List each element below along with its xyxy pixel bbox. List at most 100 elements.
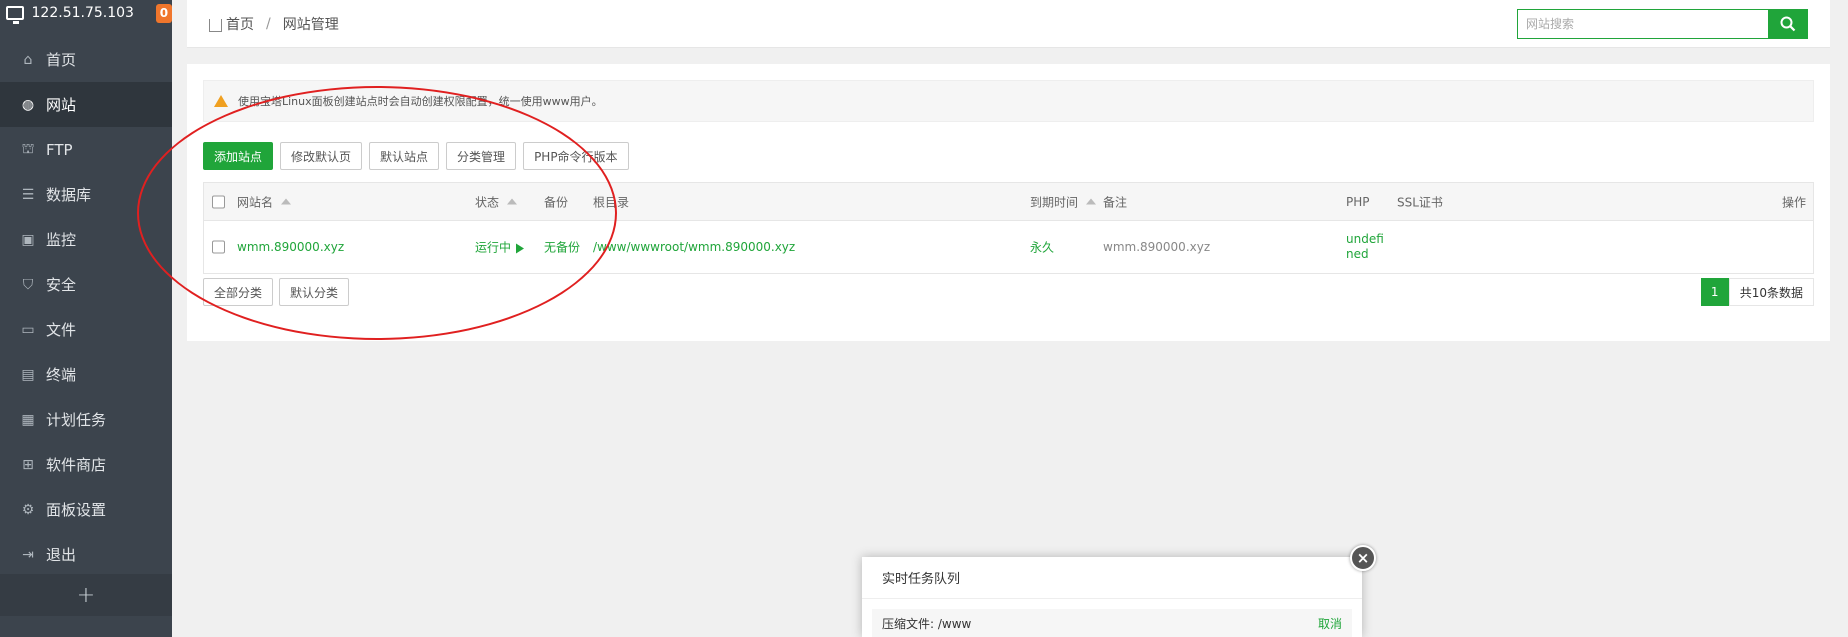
breadcrumb: 首页 / 网站管理 — [187, 14, 339, 34]
search-icon — [1780, 16, 1796, 32]
sort-icon — [1086, 198, 1097, 205]
site-remark[interactable]: wmm.890000.xyz — [1103, 240, 1210, 254]
category-management-button[interactable]: 分类管理 — [446, 142, 517, 170]
calendar-icon: ▦ — [21, 411, 35, 428]
monitor-icon: ▣ — [21, 231, 35, 248]
sidebar-item-11[interactable]: ⇥ 退出 — [0, 532, 172, 577]
default-site-button[interactable]: 默认站点 — [369, 142, 440, 170]
sidebar-item-label: 数据库 — [46, 186, 92, 204]
search-input[interactable] — [1517, 9, 1768, 39]
php-cli-version-button[interactable]: PHP命令行版本 — [523, 142, 629, 170]
shield-icon: ⛉ — [22, 276, 34, 293]
breadcrumb-separator: / — [266, 15, 271, 32]
home-icon: ⌂ — [23, 51, 33, 68]
database-icon: ☰ — [21, 186, 35, 203]
task-item: 压缩文件: /www 取消 — [872, 609, 1352, 637]
gear-icon: ⚙ — [21, 501, 35, 518]
sidebar-item-2[interactable]: ⛫ FTP — [0, 127, 172, 172]
add-menu-button[interactable]: + — [0, 574, 172, 616]
sidebar-item-label: 安全 — [46, 276, 77, 294]
toolbar: 添加站点 修改默认页 默认站点 分类管理 PHP命令行版本 — [203, 142, 629, 170]
row-checkbox[interactable] — [212, 240, 225, 254]
terminal-icon: ▤ — [21, 366, 35, 383]
sidebar-item-3[interactable]: ☰ 数据库 — [0, 172, 172, 217]
apps-icon: ⊞ — [22, 456, 34, 473]
popup-title: 实时任务队列 — [862, 557, 1362, 599]
sidebar-item-9[interactable]: ⊞ 软件商店 — [0, 442, 172, 487]
top-bar: 首页 / 网站管理 — [187, 0, 1830, 48]
site-status[interactable]: 运行中 — [475, 239, 525, 256]
sidebar-item-1[interactable]: ◍ 网站 — [0, 82, 172, 127]
home-icon — [209, 19, 222, 32]
warning-icon — [214, 95, 228, 107]
sidebar-item-label: 退出 — [46, 546, 77, 564]
sidebar-item-5[interactable]: ⛉ 安全 — [0, 262, 172, 307]
ftp-icon: ⛫ — [21, 140, 35, 157]
header-name[interactable]: 网站名 — [237, 193, 292, 210]
total-count: 共10条数据 — [1728, 278, 1814, 306]
table-header: 网站名 状态 备份 根目录 到期时间 备注 PHP SSL证书 操作 — [204, 183, 1813, 221]
folder-icon: ▭ — [21, 321, 35, 338]
site-root-link[interactable]: /www/wwwroot/wmm.890000.xyz — [593, 240, 795, 254]
site-expire-link[interactable]: 永久 — [1030, 239, 1054, 256]
site-php-link[interactable]: undefi ned — [1346, 232, 1384, 262]
sort-icon — [507, 198, 518, 205]
sort-icon — [281, 198, 292, 205]
sidebar-item-label: FTP — [46, 140, 73, 159]
sidebar-item-7[interactable]: ▤ 终端 — [0, 352, 172, 397]
sidebar-item-label: 文件 — [46, 321, 77, 339]
edit-default-page-button[interactable]: 修改默认页 — [280, 142, 363, 170]
sidebar-item-8[interactable]: ▦ 计划任务 — [0, 397, 172, 442]
all-categories-button[interactable]: 全部分类 — [203, 278, 274, 306]
header-php: PHP — [1346, 194, 1370, 209]
server-ip: 122.51.75.103 — [31, 5, 134, 21]
logout-icon: ⇥ — [22, 546, 34, 563]
breadcrumb-current: 网站管理 — [282, 16, 339, 33]
task-queue-popup: 实时任务队列 × 压缩文件: /www 取消 — [862, 545, 1376, 637]
sidebar-item-label: 网站 — [46, 96, 77, 114]
pagination: 1 共10条数据 — [1700, 278, 1814, 306]
cancel-task-link[interactable]: 取消 — [1318, 615, 1342, 632]
sidebar-item-10[interactable]: ⚙ 面板设置 — [0, 487, 172, 532]
server-header: 122.51.75.103 0 — [0, 0, 172, 26]
header-remark: 备注 — [1103, 195, 1128, 209]
site-search — [1517, 9, 1808, 39]
sidebar-item-0[interactable]: ⌂ 首页 — [0, 37, 172, 82]
search-button[interactable] — [1768, 9, 1808, 39]
sidebar-item-label: 计划任务 — [46, 411, 107, 429]
select-all-checkbox[interactable] — [212, 195, 225, 208]
sidebar-item-label: 首页 — [46, 51, 77, 69]
sidebar: 122.51.75.103 0 ⌂ 首页 ◍ 网站 ⛫ FTP ☰ 数据库 ▣ 监控 ⛉ 安全 ▭ 文件 ▤… — [0, 0, 172, 637]
page-1-button[interactable]: 1 — [1700, 278, 1729, 306]
close-icon[interactable]: × — [1350, 545, 1376, 571]
header-root: 根目录 — [593, 195, 630, 209]
notification-badge[interactable]: 0 — [155, 3, 172, 23]
site-management-card: 使用宝塔Linux面板创建站点时会自动创建权限配置，统一使用www用户。 添加站… — [187, 64, 1830, 341]
header-backup: 备份 — [544, 195, 569, 209]
site-backup-link[interactable]: 无备份 — [544, 239, 580, 256]
play-icon — [516, 243, 525, 253]
sidebar-menu: ⌂ 首页 ◍ 网站 ⛫ FTP ☰ 数据库 ▣ 监控 ⛉ 安全 ▭ 文件 ▤ 终端 ▦ 计划任务 ⊞ 软件商店 ⚙ 面板设… — [0, 37, 172, 577]
computer-icon — [6, 6, 24, 24]
sidebar-item-4[interactable]: ▣ 监控 — [0, 217, 172, 262]
table-row: wmm.890000.xyz 运行中 无备份 /www/wwwroot/wmm.… — [204, 221, 1813, 273]
header-expire[interactable]: 到期时间 — [1030, 193, 1097, 210]
header-ops: 操作 — [1781, 195, 1806, 209]
header-status[interactable]: 状态 — [475, 193, 518, 210]
task-text: 压缩文件: /www — [882, 616, 972, 631]
site-name-link[interactable]: wmm.890000.xyz — [237, 240, 344, 254]
permission-notice: 使用宝塔Linux面板创建站点时会自动创建权限配置，统一使用www用户。 — [203, 80, 1814, 122]
default-category-button[interactable]: 默认分类 — [279, 278, 350, 306]
add-site-button[interactable]: 添加站点 — [203, 142, 274, 170]
globe-icon: ◍ — [21, 96, 35, 113]
sidebar-item-label: 监控 — [46, 231, 77, 249]
sidebar-item-6[interactable]: ▭ 文件 — [0, 307, 172, 352]
sidebar-item-label: 终端 — [46, 366, 77, 384]
header-ssl: SSL证书 — [1397, 195, 1443, 209]
site-table: 网站名 状态 备份 根目录 到期时间 备注 PHP SSL证书 操作 wmm.8… — [203, 182, 1814, 274]
notice-text: 使用宝塔Linux面板创建站点时会自动创建权限配置，统一使用www用户。 — [238, 95, 603, 108]
category-filters: 全部分类 默认分类 — [203, 278, 350, 306]
sidebar-item-label: 面板设置 — [46, 501, 107, 519]
sidebar-item-label: 软件商店 — [46, 456, 107, 474]
breadcrumb-home[interactable]: 首页 — [226, 14, 254, 34]
